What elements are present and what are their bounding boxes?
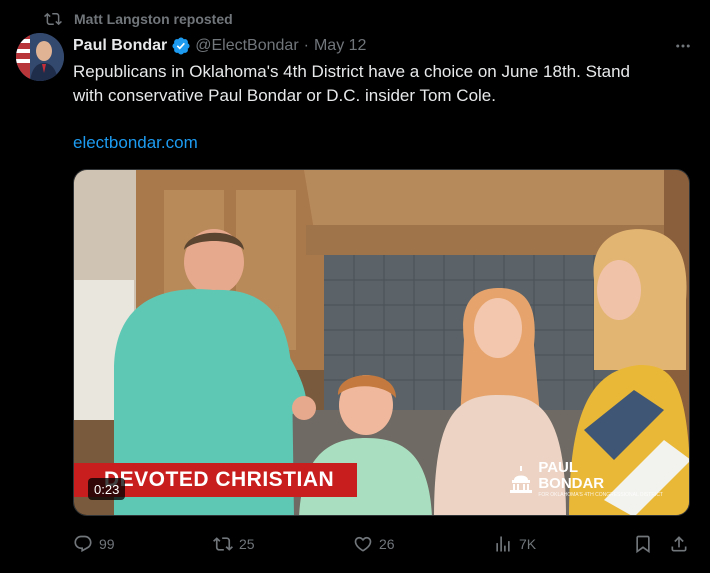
more-icon (676, 44, 690, 48)
separator-dot: · (303, 37, 309, 54)
watermark-subtitle: FOR OKLAHOMA'S 4TH CONGRESSIONAL DISTRIC… (538, 492, 663, 498)
tweet-header: Paul Bondar @ElectBondar · May 12 (73, 35, 694, 57)
repost-button[interactable]: 25 (213, 532, 255, 556)
repost-icon (44, 12, 62, 26)
like-count: 26 (379, 536, 395, 552)
analytics-icon (496, 536, 510, 552)
tweet-text: Republicans in Oklahoma's 4th District h… (73, 60, 693, 108)
capitol-dome-icon (510, 465, 533, 493)
view-count: 7K (519, 536, 537, 552)
tweet-text-line: Republicans in Oklahoma's 4th District h… (73, 62, 631, 81)
heart-icon (354, 536, 372, 552)
video-player[interactable]: DEVOTED CHRISTIAN 0:23 PAUL BONDAR FOR O… (73, 169, 690, 516)
tweet-action-bar: 99 25 26 7K (73, 532, 693, 556)
reply-count: 99 (99, 536, 115, 552)
like-button[interactable]: 26 (353, 532, 395, 556)
verified-badge-icon[interactable] (171, 36, 191, 56)
bookmark-icon (636, 535, 650, 554)
reply-icon (74, 535, 92, 553)
bookmark-button[interactable] (633, 532, 653, 556)
repost-text: Matt Langston reposted (74, 11, 233, 27)
video-watermark: PAUL BONDAR FOR OKLAHOMA'S 4TH CONGRESSI… (508, 460, 663, 499)
views-button[interactable]: 7K (493, 532, 536, 556)
share-button[interactable] (669, 532, 689, 556)
more-options-button[interactable] (672, 36, 694, 56)
tweet-text-line: with conservative Paul Bondar or D.C. in… (73, 86, 496, 105)
author-handle[interactable]: @ElectBondar (195, 37, 298, 55)
reply-button[interactable]: 99 (73, 532, 115, 556)
watermark-title: BONDAR (538, 475, 605, 492)
tweet-date[interactable]: May 12 (314, 37, 366, 55)
repost-indicator[interactable]: Matt Langston reposted (44, 9, 233, 29)
watermark-title: PAUL (538, 459, 579, 476)
author-name[interactable]: Paul Bondar (73, 37, 167, 55)
share-icon (671, 536, 687, 552)
repost-count: 25 (239, 536, 255, 552)
tweet-link[interactable]: electbondar.com (73, 131, 198, 155)
video-duration-badge: 0:23 (88, 478, 126, 500)
repost-icon (213, 537, 233, 551)
avatar[interactable] (16, 33, 64, 81)
